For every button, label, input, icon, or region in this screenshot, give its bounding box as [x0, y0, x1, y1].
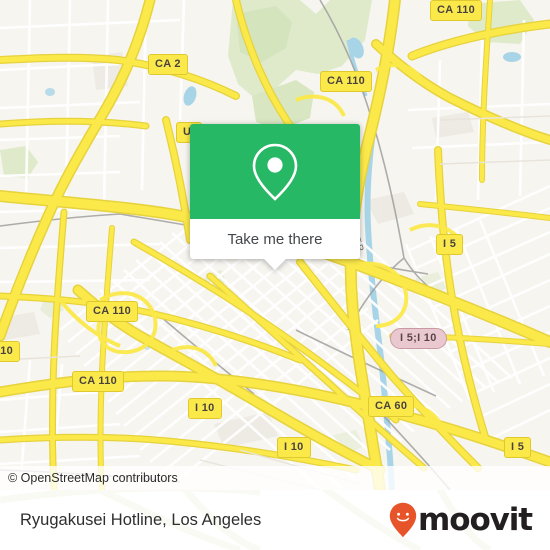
page-title: Ryugakusei Hotline, Los Angeles	[20, 510, 262, 529]
moovit-pin-icon	[389, 502, 417, 538]
osm-attribution[interactable]: © OpenStreetMap contributors	[0, 471, 178, 485]
shield-i-5-southeast[interactable]: I 5	[504, 437, 532, 458]
shield-ca-110-south[interactable]: CA 110	[72, 371, 125, 392]
moovit-wordmark: moovit	[418, 502, 533, 538]
map-page: CA 110 CA 2 CA 110 US 101 I 5 CA 110 I 5…	[0, 0, 550, 550]
shield-ca-110-upper[interactable]: CA 110	[320, 71, 373, 92]
moovit-logo[interactable]: moovit	[389, 502, 533, 538]
location-callout[interactable]: Take me there	[190, 124, 360, 270]
shield-i-5-i-10[interactable]: I 5;I 10	[390, 328, 447, 349]
shield-i-5-east[interactable]: I 5	[436, 234, 464, 255]
map-attribution-bar: © OpenStreetMap contributors	[0, 466, 550, 490]
shield-ca-110-west[interactable]: CA 110	[0, 341, 21, 362]
map-pin-icon	[252, 143, 298, 201]
shield-i-10-south[interactable]: I 10	[277, 437, 311, 458]
page-footer: Ryugakusei Hotline, Los Angeles moovit	[0, 490, 550, 550]
callout-tail	[264, 259, 286, 270]
callout-header	[190, 124, 360, 219]
shield-ca-2[interactable]: CA 2	[148, 54, 188, 75]
shield-ca-110-north[interactable]: CA 110	[430, 0, 483, 21]
take-me-there-label: Take me there	[227, 230, 323, 248]
map-canvas[interactable]: CA 110 CA 2 CA 110 US 101 I 5 CA 110 I 5…	[0, 0, 550, 490]
shield-ca-60[interactable]: CA 60	[368, 396, 415, 417]
callout-action[interactable]: Take me there	[190, 219, 360, 270]
shield-ca-110-mid[interactable]: CA 110	[86, 301, 139, 322]
shield-i-10-mid[interactable]: I 10	[188, 398, 222, 419]
